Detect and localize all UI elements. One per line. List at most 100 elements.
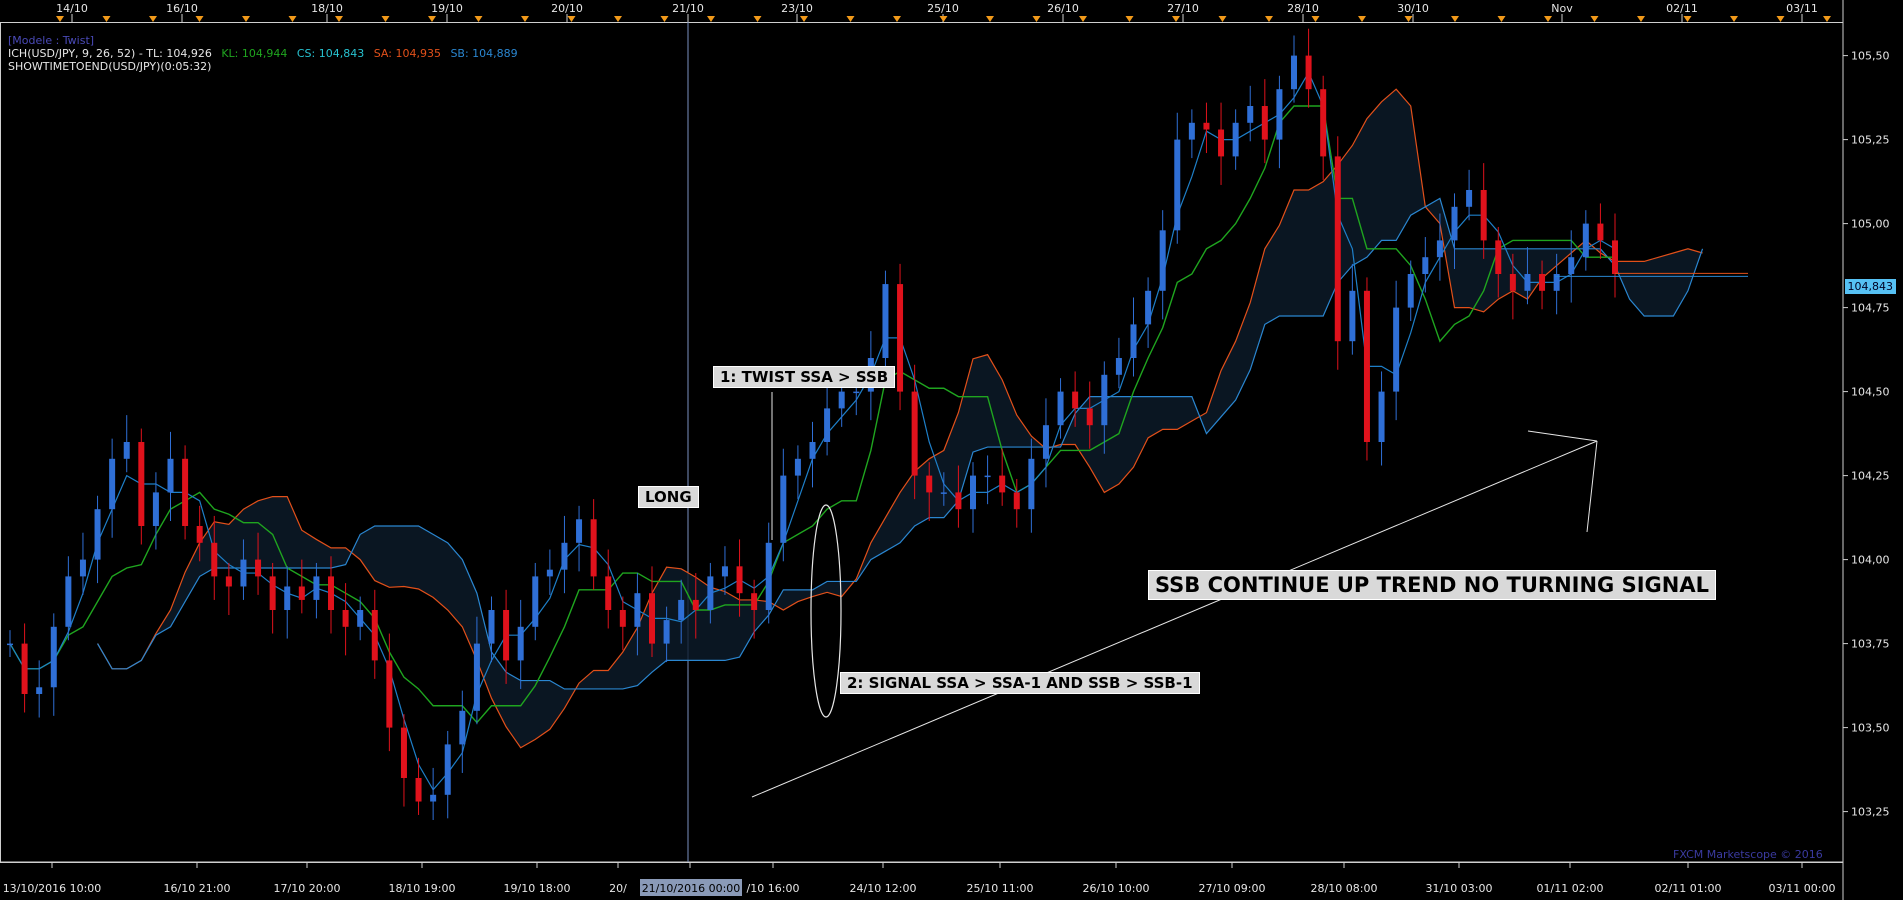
candle-body: [911, 391, 918, 476]
price-tick-label: 103,50: [1851, 722, 1890, 735]
session-marker: [335, 16, 343, 22]
candle-body: [182, 458, 189, 526]
candle-body: [50, 626, 57, 688]
candle-body: [1568, 257, 1575, 274]
candle-body: [1612, 240, 1618, 274]
candle-body: [824, 408, 831, 442]
candle-body: [1393, 307, 1400, 392]
crosshair-date-label: 21/10/2016 00:00: [642, 882, 741, 895]
candle-body: [1466, 190, 1473, 207]
price-tick-label: 104,25: [1851, 470, 1890, 483]
candle-body: [1130, 324, 1137, 358]
session-marker: [1776, 16, 1785, 22]
candle-body: [765, 542, 772, 610]
candle-body: [561, 542, 568, 570]
candle-body: [1305, 55, 1312, 90]
candle-body: [809, 442, 816, 459]
kumo-cloud: [97, 89, 1703, 748]
candle-body: [649, 593, 655, 644]
candle-body: [211, 542, 218, 577]
bottom-axis-label: 03/11 00:00: [1769, 882, 1836, 895]
session-marker: [753, 16, 762, 22]
candle-body: [1378, 391, 1385, 442]
bottom-axis-label: 13/10/2016 10:00: [3, 882, 102, 895]
candle-body: [503, 610, 510, 661]
session-marker: [102, 16, 111, 22]
candle-body: [707, 576, 714, 610]
candle-body: [459, 710, 466, 745]
chart-canvas[interactable]: 103,25 103,50 103,75 104,00 104,25 104,50 104,…: [0, 0, 1903, 900]
price-tick-label: 105,50: [1851, 50, 1890, 63]
candle-body: [1261, 106, 1268, 140]
price-tick-label: 104,75: [1851, 302, 1890, 315]
candle-body: [269, 576, 276, 610]
session-marker: [1265, 16, 1273, 22]
bottom-axis-label: 16/10 21:00: [164, 882, 231, 895]
session-marker: [1079, 16, 1087, 22]
session-marker: [567, 16, 576, 22]
candle-body: [196, 526, 203, 543]
candle-body: [605, 576, 612, 610]
candle-body: [663, 620, 670, 644]
candle-body: [152, 492, 159, 526]
candle-body: [678, 599, 685, 621]
ichimoku-label: ICH(USD/JPY, 9, 26, 52) - TL: 104,926: [8, 47, 212, 60]
bottom-axis-label: 28/10 08:00: [1311, 882, 1378, 895]
candle-body: [1539, 274, 1546, 291]
candle-body: [138, 442, 145, 526]
candle-body: [546, 569, 553, 577]
session-marker: [800, 16, 808, 22]
candle-body: [1145, 290, 1152, 325]
bottom-axis-label: 31/10 03:00: [1426, 882, 1493, 895]
top-axis-label: 26/10: [1047, 2, 1079, 15]
candle-body: [590, 519, 597, 577]
top-axis-label: 23/10: [781, 2, 813, 15]
top-axis-label: 02/11: [1666, 2, 1698, 15]
candle-body: [576, 519, 583, 543]
session-marker: [846, 16, 855, 22]
top-axis-label: 19/10: [431, 2, 463, 15]
bottom-axis-label: 02/11 01:00: [1655, 882, 1722, 895]
bottom-axis-label: 27/10 09:00: [1199, 882, 1266, 895]
candle-body: [65, 576, 72, 627]
annotation-long: LONG: [638, 486, 699, 508]
session-marker: [1451, 16, 1459, 22]
bottom-axis-label: 17/10 20:00: [274, 882, 341, 895]
session-marker: [288, 16, 297, 22]
candle-body: [1247, 106, 1254, 123]
candle-body: [1407, 274, 1414, 308]
candle-body: [970, 475, 976, 510]
candle-body: [386, 660, 393, 728]
price-tick-label: 104,50: [1851, 386, 1890, 399]
candle-body: [1057, 391, 1064, 426]
candle-body: [225, 576, 232, 587]
candle-body: [444, 744, 451, 795]
candle-body: [313, 576, 320, 600]
cs-value: CS: 104,843: [296, 47, 365, 60]
candle-body: [284, 586, 291, 610]
session-marker: [1358, 16, 1366, 22]
session-marker: [1218, 16, 1227, 22]
top-axis-label: 18/10: [311, 2, 343, 15]
top-axis-label: 20/10: [551, 2, 583, 15]
candle-body: [1495, 240, 1502, 274]
candle-body: [1524, 274, 1531, 291]
candle-body: [1291, 55, 1297, 90]
model-label: [Modele : Twist]: [8, 34, 95, 47]
candle-body: [736, 566, 743, 594]
candle-body: [21, 643, 28, 694]
candle-body: [1203, 122, 1210, 130]
candle-body: [1597, 223, 1604, 241]
session-marker: [1172, 16, 1180, 22]
bottom-axis-label: 25/10 11:00: [967, 882, 1034, 895]
price-tick-label: 105,00: [1851, 218, 1890, 231]
candle-body: [794, 458, 801, 476]
candle-body: [473, 643, 480, 711]
session-marker: [1637, 16, 1645, 22]
annotation-signal: 2: SIGNAL SSA > SSA-1 AND SSB > SSB-1: [840, 672, 1200, 694]
candle-body: [532, 576, 539, 627]
price-tick-label: 104,00: [1851, 554, 1890, 567]
session-marker: [56, 16, 64, 22]
session-marker: [1730, 16, 1738, 22]
senkou-span-a-line: [97, 88, 1703, 749]
